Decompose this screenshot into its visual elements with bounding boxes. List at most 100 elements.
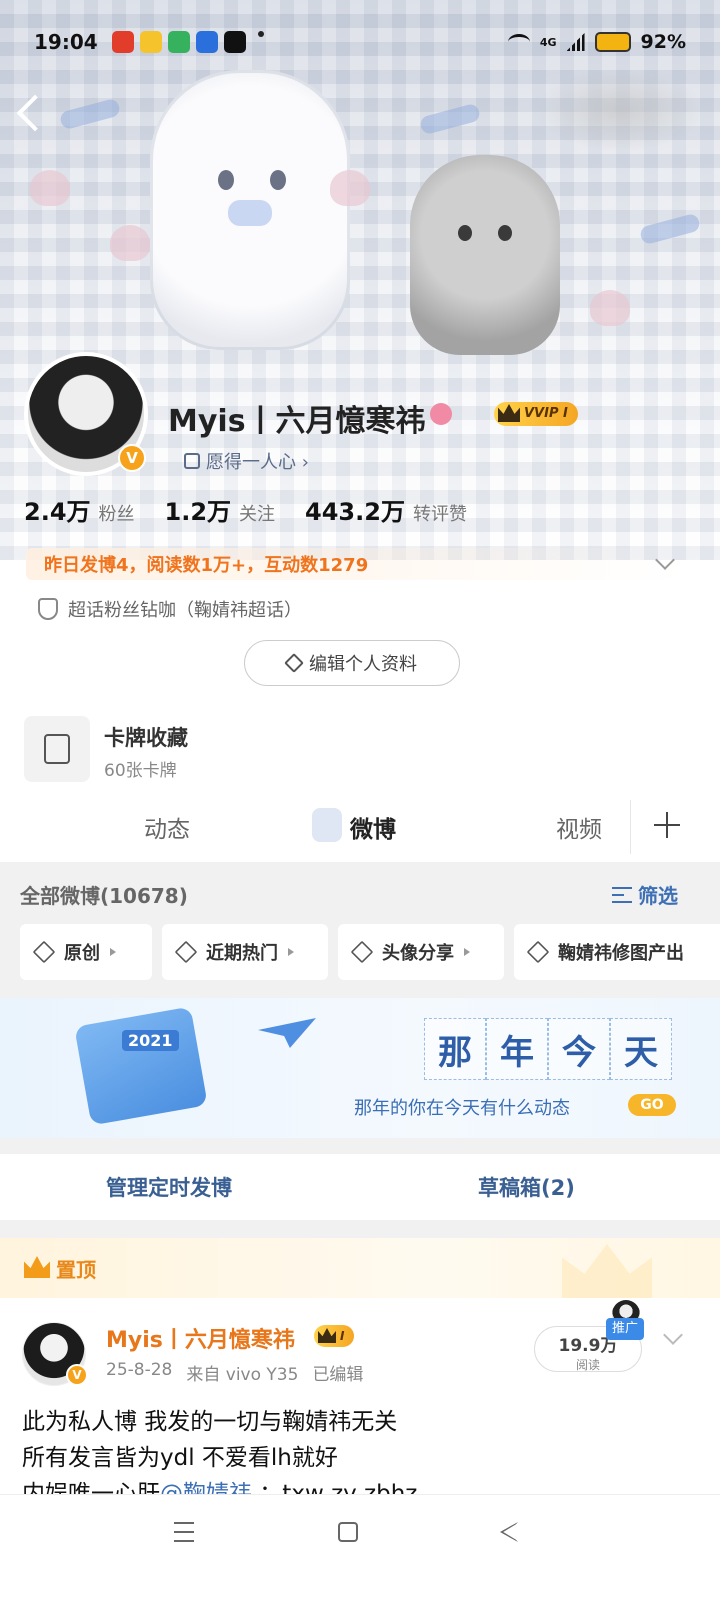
- signal-icon: [566, 33, 585, 51]
- bear-eye: [218, 170, 234, 190]
- status-bar: 19:04 4G 92%: [0, 22, 720, 62]
- profile-cover-image[interactable]: [0, 0, 720, 560]
- read-label: 阅读: [575, 1358, 600, 1372]
- add-tab-plus-icon[interactable]: [654, 812, 680, 838]
- crown-icon: [318, 1328, 336, 1343]
- chip-label: 原创: [64, 943, 100, 964]
- chevron-down-icon[interactable]: [663, 1325, 683, 1345]
- stat-followers[interactable]: 2.4万 粉丝: [24, 492, 135, 527]
- promote-tag[interactable]: 推广: [606, 1318, 645, 1340]
- chip-label: 头像分享: [382, 943, 454, 964]
- shield-icon: [38, 598, 58, 620]
- menu-icon[interactable]: [174, 1522, 194, 1542]
- chip-label: 近期热门: [206, 943, 278, 964]
- heart-decoration: [110, 225, 150, 261]
- chip-avatar-share[interactable]: 头像分享: [338, 924, 504, 980]
- layers-icon: [526, 940, 550, 964]
- verified-badge: V: [66, 1364, 88, 1386]
- profile-signature[interactable]: 愿得一人心 ›: [184, 446, 309, 476]
- post-text: ：txw zy zbhz: [252, 1481, 418, 1494]
- bear-bow: [228, 200, 272, 226]
- banner-title-char: 年: [486, 1018, 548, 1080]
- system-nav-bar: [0, 1494, 720, 1604]
- activity-summary[interactable]: 昨日发博4，阅读数1万+，互动数1279: [26, 548, 686, 580]
- chip-arrow-icon: [288, 948, 294, 956]
- bear-eye: [498, 225, 512, 241]
- vvip-label: VVIP Ⅰ: [524, 406, 568, 421]
- heart-decoration: [590, 290, 630, 326]
- vip-label: Ⅰ: [340, 1329, 345, 1343]
- manage-row: 管理定时发博 草稿箱(2): [0, 1154, 720, 1220]
- banner-subtitle: 那年的你在今天有什么动态: [354, 1098, 570, 1119]
- profile-tabs: 动态 微博 视频: [0, 796, 720, 860]
- search-badge-icon[interactable]: [430, 403, 452, 425]
- edit-profile-label: 编辑个人资料: [309, 654, 417, 675]
- post-body[interactable]: 此为私人博 我发的一切与鞠婧祎无关 所有发言皆为ydl 不爱看lh就好 内娱唯一…: [22, 1404, 702, 1494]
- mention-link[interactable]: @鞠婧祎: [160, 1481, 252, 1494]
- tab-divider: [630, 800, 631, 854]
- status-indicators: 4G 92%: [507, 31, 686, 53]
- calendar-year: 2021: [122, 1030, 179, 1051]
- drafts-button[interactable]: 草稿箱(2): [478, 1172, 575, 1202]
- stat-number: 443.2万: [305, 498, 405, 526]
- verified-badge: V: [118, 444, 146, 472]
- gray-bear-illustration: [410, 155, 560, 355]
- video-app-icon: [167, 31, 190, 53]
- banner-title: 那 年 今 天: [424, 1018, 672, 1080]
- card-collection-icon-box[interactable]: [24, 716, 90, 782]
- banner-title-char: 今: [548, 1018, 610, 1080]
- post-source: 来自 vivo Y35: [186, 1365, 299, 1385]
- profile-stats: 2.4万 粉丝 1.2万 关注 443.2万 转评赞: [24, 492, 467, 527]
- card-collection-count: 60张卡牌: [104, 761, 177, 781]
- post-date: 25-8-28: [106, 1360, 173, 1380]
- post-line: 此为私人博 我发的一切与鞠婧祎无关: [22, 1409, 398, 1435]
- more-notifications-icon: [257, 31, 264, 37]
- white-bear-illustration: [150, 70, 350, 350]
- battery-level: 92%: [640, 31, 686, 53]
- edit-profile-button[interactable]: 编辑个人资料: [244, 640, 460, 686]
- banner-title-char: 那: [424, 1018, 486, 1080]
- supertalk-badge[interactable]: 超话粉丝钻咖（鞠婧祎超话）: [38, 596, 302, 622]
- banner-title-char: 天: [610, 1018, 672, 1080]
- stat-label: 转评赞: [412, 504, 467, 525]
- tab-weibo[interactable]: 微博: [350, 810, 396, 844]
- signature-icon: [184, 453, 200, 469]
- stat-interactions[interactable]: 443.2万 转评赞: [305, 492, 467, 527]
- scheduled-posts-button[interactable]: 管理定时发博: [106, 1172, 232, 1202]
- app-notification-icon: [111, 31, 134, 53]
- chip-recent-hot[interactable]: 近期热门: [162, 924, 328, 980]
- layers-icon: [32, 940, 56, 964]
- vvip-badge[interactable]: VVIP Ⅰ: [494, 402, 578, 426]
- baidu-icon: [195, 31, 218, 53]
- vip-badge[interactable]: Ⅰ: [314, 1325, 355, 1347]
- network-type: 4G: [539, 35, 557, 49]
- bear-eye: [270, 170, 286, 190]
- home-icon[interactable]: [338, 1522, 358, 1542]
- chip-original[interactable]: 原创: [20, 924, 152, 980]
- go-button[interactable]: GO: [628, 1094, 676, 1116]
- post-line: 所有发言皆为ydl 不爱看lh就好: [22, 1445, 338, 1471]
- section-divider: [0, 1138, 720, 1154]
- tab-dynamics[interactable]: 动态: [144, 810, 190, 844]
- tab-sticker-icon: [312, 808, 342, 842]
- chip-edit-output[interactable]: 鞠婧祎修图产出: [514, 924, 720, 980]
- heart-decoration: [330, 170, 370, 206]
- supertalk-text: 超话粉丝钻咖（鞠婧祎超话）: [68, 600, 302, 621]
- wifi-icon: [507, 34, 530, 50]
- filter-button[interactable]: 筛选: [612, 880, 678, 909]
- tab-video[interactable]: 视频: [556, 810, 602, 844]
- card-collection-title[interactable]: 卡牌收藏: [104, 722, 188, 752]
- tiktok-icon: [223, 31, 246, 53]
- stat-label: 粉丝: [98, 504, 135, 525]
- ribbon-decoration: [418, 102, 482, 136]
- stat-following[interactable]: 1.2万 关注: [165, 492, 276, 527]
- bear-eye: [458, 225, 472, 241]
- all-weibo-count: 全部微博(10678): [20, 884, 188, 908]
- battery-icon: [594, 32, 631, 52]
- heart-decoration: [30, 170, 70, 206]
- layers-icon: [174, 940, 198, 964]
- post-author-name[interactable]: Myis丨六月憶寒祎: [106, 1322, 295, 1354]
- layers-icon: [350, 940, 374, 964]
- card-icon: [44, 734, 70, 764]
- status-time: 19:04: [34, 30, 98, 54]
